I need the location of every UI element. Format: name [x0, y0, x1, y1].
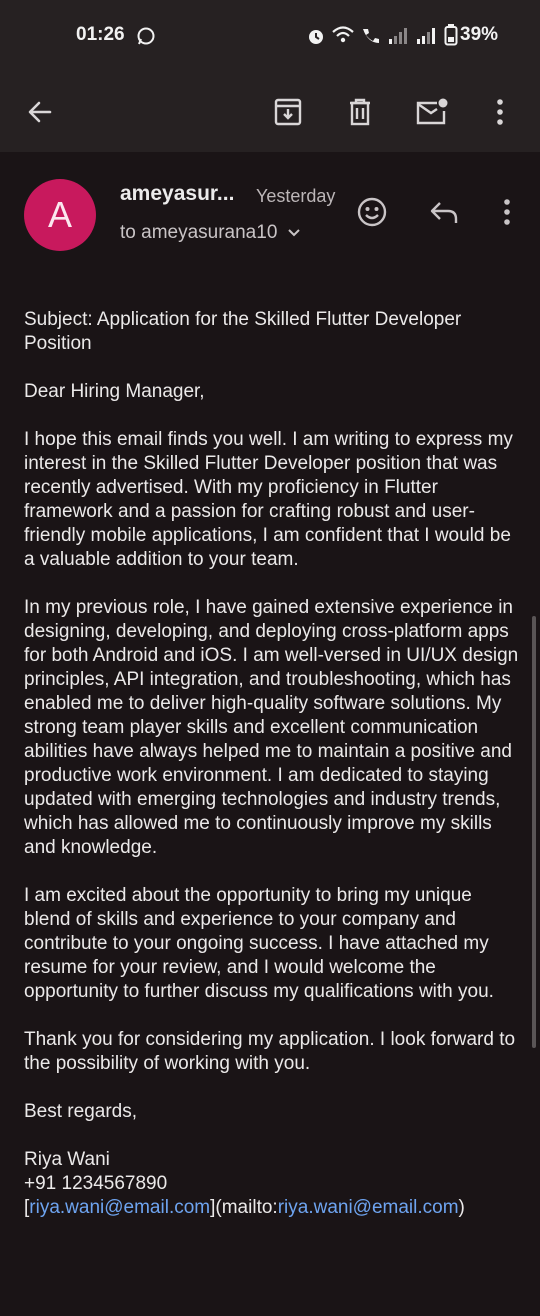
signal-icon-2 — [416, 27, 438, 45]
signature-phone[interactable]: +91 1234567890 — [24, 1172, 520, 1196]
email-date: Yesterday — [256, 186, 336, 206]
body-paragraph: I am excited about the opportunity to br… — [24, 885, 494, 1002]
arrow-left-icon — [26, 98, 54, 126]
mailto-link[interactable]: riya.wani@email.com — [278, 1197, 459, 1218]
more-options-button[interactable] — [474, 84, 526, 140]
wifi-icon — [331, 25, 355, 45]
email-body: Subject: Application for the Skilled Flu… — [24, 308, 520, 1220]
battery-percentage: 39% — [460, 24, 499, 45]
email-content: A ameyasur... Yesterday to ameyasurana10… — [0, 152, 540, 1316]
sender-name[interactable]: ameyasur... — [120, 182, 234, 206]
body-paragraph: In my previous role, I have gained exten… — [24, 597, 519, 858]
reply-button[interactable] — [420, 188, 468, 236]
recipient-label: to ameyasurana10 — [120, 222, 278, 243]
signal-icon-1 — [388, 27, 410, 45]
app-toolbar — [0, 72, 540, 152]
back-button[interactable] — [14, 84, 66, 140]
volte-call-icon — [360, 25, 384, 45]
trash-icon — [346, 97, 374, 127]
body-paragraph: Thank you for considering my application… — [24, 1029, 516, 1074]
mark-unread-button[interactable] — [406, 84, 458, 140]
greeting: Dear Hiring Manager, — [24, 381, 205, 402]
recipient-details-toggle[interactable]: to ameyasurana10 — [120, 222, 301, 244]
archive-icon — [273, 97, 303, 127]
body-paragraph: I hope this email finds you well. I am w… — [24, 429, 513, 570]
avatar[interactable]: A — [24, 179, 96, 251]
reply-icon — [429, 199, 459, 225]
chevron-down-icon — [287, 228, 301, 238]
scrollbar[interactable] — [532, 616, 536, 1048]
status-time: 01:26 — [76, 24, 125, 45]
battery-icon — [444, 24, 458, 46]
whatsapp-icon — [136, 26, 156, 46]
mark-unread-icon — [415, 97, 449, 127]
avatar-letter: A — [47, 194, 72, 235]
alarm-icon — [306, 26, 326, 46]
email-subject-line: Subject: Application for the Skilled Flu… — [24, 309, 462, 354]
status-bar: 01:26 39% — [0, 0, 540, 72]
mailto-prefix: ](mailto: — [210, 1197, 278, 1218]
message-more-button[interactable] — [483, 188, 531, 236]
more-vert-icon — [503, 198, 511, 226]
smiley-icon — [356, 196, 388, 228]
paren-close: ) — [458, 1197, 465, 1218]
emoji-reaction-button[interactable] — [348, 188, 396, 236]
closing: Best regards, — [24, 1101, 137, 1122]
archive-button[interactable] — [262, 84, 314, 140]
email-link[interactable]: riya.wani@email.com — [29, 1197, 210, 1218]
signature-name: Riya Wani — [24, 1149, 110, 1170]
signature: Riya Wani +91 1234567890 [riya.wani@emai… — [24, 1148, 520, 1220]
delete-button[interactable] — [334, 84, 386, 140]
more-vert-icon — [496, 98, 504, 126]
signature-email-line: [riya.wani@email.com](mailto:riya.wani@e… — [24, 1196, 520, 1220]
